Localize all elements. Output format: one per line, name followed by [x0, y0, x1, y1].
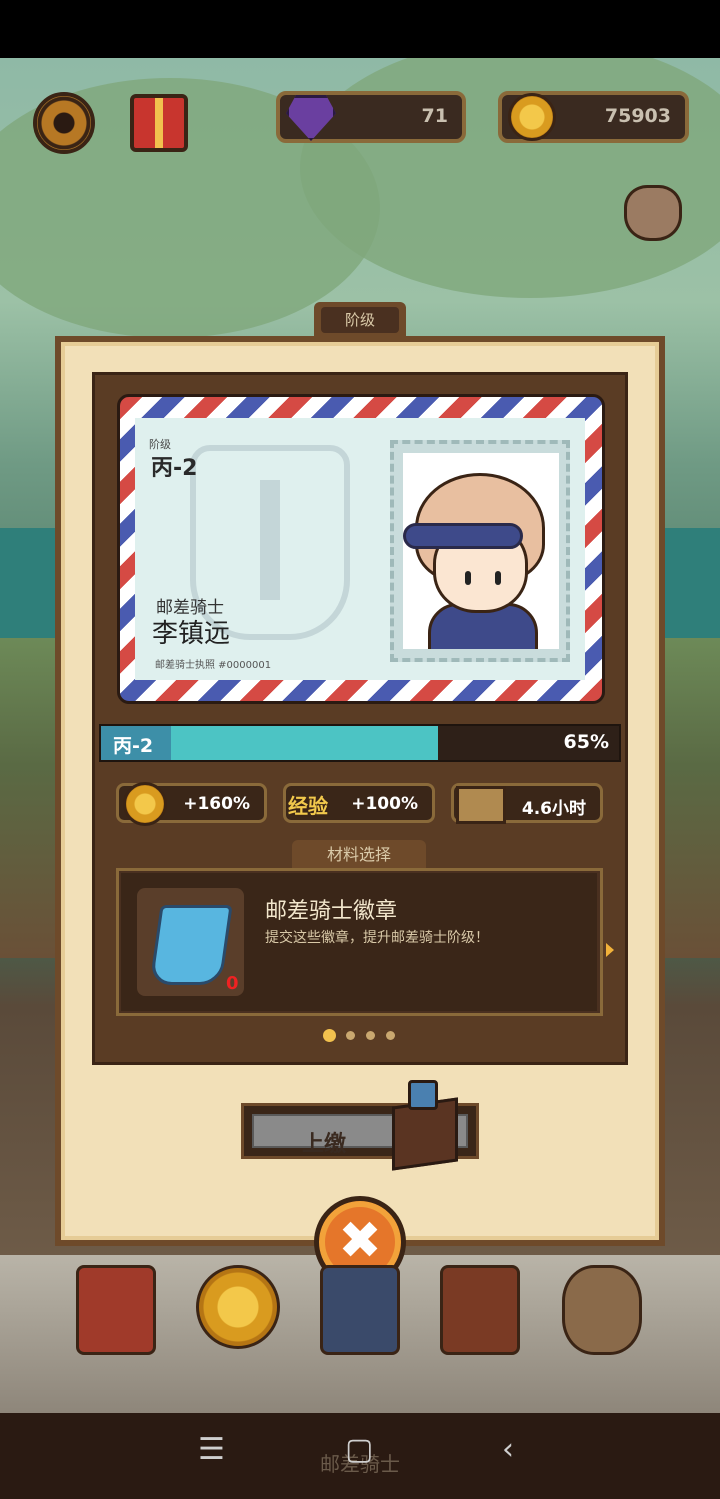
- gem-count: 71: [421, 105, 448, 127]
- treasure-sack-icon[interactable]: [562, 1265, 642, 1355]
- badge-in-box-icon: [408, 1080, 438, 1110]
- coin-bonus: +160%: [116, 782, 267, 826]
- coin-counter[interactable]: 75903: [498, 91, 689, 143]
- material-count: 0: [226, 973, 239, 994]
- status-bar-area: [0, 0, 720, 58]
- menu-icon[interactable]: ☰: [198, 1432, 225, 1467]
- page-dot-1[interactable]: [323, 1029, 336, 1042]
- sword-emblem-icon: [260, 480, 280, 600]
- knight-badge-icon: [149, 905, 233, 985]
- exp-label: 经验: [288, 794, 328, 818]
- backpack-icon[interactable]: [440, 1265, 520, 1355]
- gem-icon: [286, 95, 336, 141]
- gold-coin-icon: [123, 782, 167, 826]
- settings-gear-icon[interactable]: [33, 92, 95, 154]
- gem-sack-icon[interactable]: [624, 185, 682, 241]
- back-icon[interactable]: ‹: [502, 1432, 514, 1467]
- gem-counter[interactable]: 71: [276, 91, 466, 143]
- license-number: 邮差骑士执照 #0000001: [155, 660, 272, 671]
- gold-coin-icon: [508, 93, 556, 141]
- character-eye-right: [495, 571, 501, 585]
- journal-book-icon[interactable]: [76, 1265, 156, 1355]
- character-portrait: [403, 453, 559, 649]
- character-eye-left: [465, 571, 471, 585]
- panel-tab-label: 阶级: [321, 307, 399, 333]
- material-select-tab: 材料选择: [292, 840, 426, 870]
- progress-percent: 65%: [563, 731, 609, 753]
- exp-bonus-value: +100%: [351, 794, 418, 814]
- player-name: 李镇远: [152, 619, 231, 649]
- star-coin-icon[interactable]: [196, 1265, 280, 1349]
- knight-card-icon[interactable]: [320, 1265, 400, 1355]
- supply-crate-icon: [456, 786, 506, 824]
- time-bonus-value: 4.6小时: [521, 799, 586, 819]
- panel-tab: 阶级: [314, 302, 406, 338]
- character-visor: [403, 523, 523, 549]
- close-icon: ✖: [338, 1211, 382, 1271]
- page-dot-4[interactable]: [386, 1031, 395, 1040]
- submit-label: 上缴: [302, 1132, 347, 1157]
- page-dot-3[interactable]: [366, 1031, 375, 1040]
- page-dot-2[interactable]: [346, 1031, 355, 1040]
- material-name: 邮差骑士徽章: [265, 899, 398, 924]
- coin-bonus-value: +160%: [183, 794, 250, 814]
- rank-value: 丙-2: [151, 456, 198, 481]
- gift-box-icon[interactable]: [130, 94, 188, 152]
- exp-bonus: 经验 +100%: [283, 783, 435, 823]
- progress-rank-label: 丙-2: [113, 735, 154, 757]
- next-material-arrow-icon[interactable]: [606, 943, 614, 957]
- coin-count: 75903: [604, 105, 671, 127]
- rank-progress-bar: 丙-2 65%: [99, 724, 621, 762]
- material-description: 提交这些徽章，提升邮差骑士阶级！: [265, 930, 489, 946]
- time-bonus: 4.6小时: [451, 783, 603, 824]
- home-icon[interactable]: ▢: [345, 1432, 373, 1467]
